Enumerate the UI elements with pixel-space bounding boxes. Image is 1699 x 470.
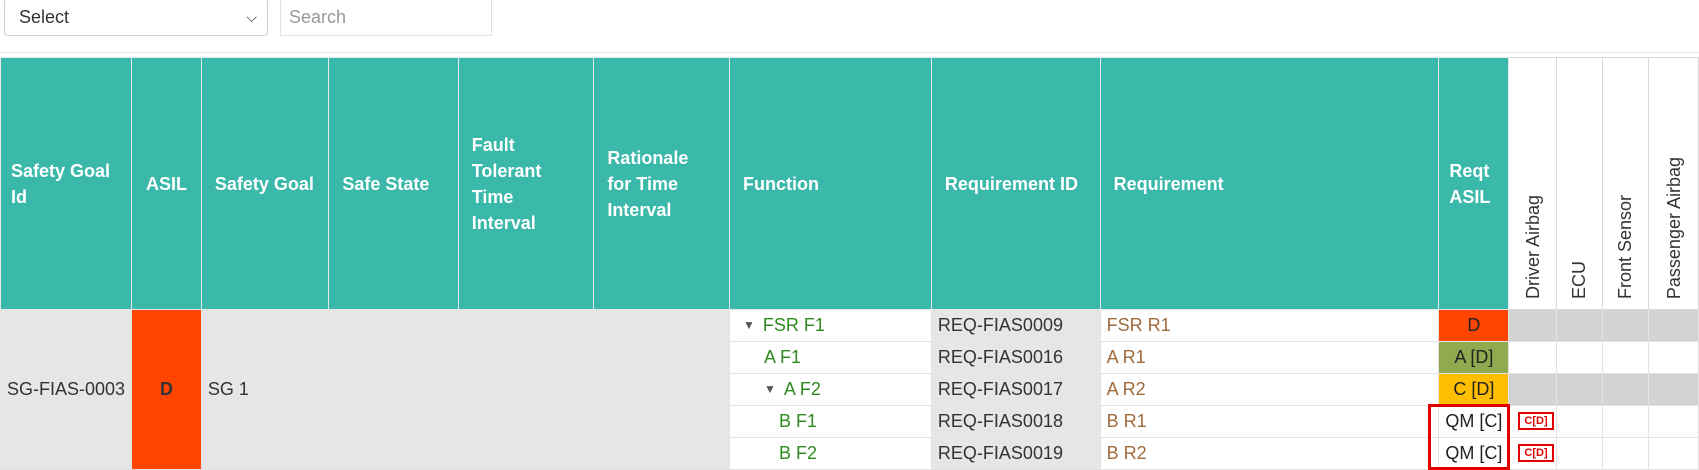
header-row: Safety Goal Id ASIL Safety Goal Safe Sta… [0,57,1699,310]
col-rationale[interactable]: Rationale for Time Interval [593,57,730,310]
filter-select-value: Select [19,7,70,27]
asil-tag[interactable]: C[D] [1518,412,1554,430]
function-label: A F2 [783,379,821,399]
reqt-asil-cell[interactable]: QM [C] [1438,437,1510,470]
allocation-cell[interactable] [1556,341,1603,374]
allocation-cell[interactable] [1648,341,1699,374]
function-label: B F1 [779,411,818,431]
ftti-cell[interactable] [457,309,595,470]
allocation-cell[interactable] [1601,341,1650,374]
col-function[interactable]: Function [729,57,932,310]
search-input[interactable] [280,0,492,36]
allocation-cell[interactable] [1648,373,1699,406]
requirement-id-cell[interactable]: REQ-FIAS0016 [930,341,1101,374]
col-passenger-airbag[interactable]: Passenger Airbag [1648,57,1699,310]
allocation-cell[interactable] [1556,309,1603,342]
col-requirement-id[interactable]: Requirement ID [930,57,1101,310]
filter-select[interactable]: Select ⌵ [4,0,268,36]
asil-cell[interactable]: D [131,309,202,470]
table-row: SG-FIAS-0003 D SG 1 ▼ FSR F1 REQ-FIAS0009… [0,309,1699,470]
col-ecu[interactable]: ECU [1556,57,1603,310]
allocation-cell[interactable] [1601,309,1650,342]
requirement-id-cell[interactable]: REQ-FIAS0018 [930,405,1101,438]
col-requirement[interactable]: Requirement [1099,57,1440,310]
allocation-cell[interactable] [1601,405,1650,438]
col-safe-state[interactable]: Safe State [328,57,459,310]
allocation-cell[interactable]: C[D] [1508,405,1558,438]
allocation-cell[interactable] [1508,373,1558,406]
allocation-cell[interactable] [1508,341,1558,374]
allocation-cell[interactable] [1648,309,1699,342]
function-label: FSR F1 [762,315,825,335]
requirement-cell[interactable]: B R1 [1099,405,1440,438]
function-cell[interactable]: B F2 [729,437,932,470]
safe-state-cell[interactable] [328,309,459,470]
chevron-down-icon: ⌵ [246,9,257,25]
reqt-asil-cell[interactable]: C [D] [1438,373,1510,406]
allocation-cell[interactable] [1648,405,1699,438]
allocation-cell[interactable] [1556,373,1603,406]
requirement-cell[interactable]: FSR R1 [1099,309,1440,342]
col-safety-goal-id[interactable]: Safety Goal Id [0,57,133,310]
function-label: A F1 [764,347,802,367]
col-safety-goal[interactable]: Safety Goal [200,57,330,310]
allocation-cell[interactable] [1508,309,1558,342]
safety-goal-cell[interactable]: SG 1 [200,309,330,470]
function-cell[interactable]: ▼ FSR F1 [729,309,932,342]
requirement-id-cell[interactable]: REQ-FIAS0019 [930,437,1101,470]
requirement-id-cell[interactable]: REQ-FIAS0017 [930,373,1101,406]
allocation-cell[interactable] [1601,373,1650,406]
requirement-cell[interactable]: A R2 [1099,373,1440,406]
safety-goal-id-cell[interactable]: SG-FIAS-0003 [0,309,133,470]
col-passenger-airbag-label: Passenger Airbag [1663,156,1684,299]
col-driver-airbag[interactable]: Driver Airbag [1508,57,1558,310]
toolbar: Select ⌵ [0,0,1699,53]
allocation-cell[interactable] [1648,437,1699,470]
asil-tag[interactable]: C[D] [1518,444,1554,462]
col-front-sensor[interactable]: Front Sensor [1601,57,1650,310]
col-ecu-label: ECU [1569,260,1590,299]
function-cell[interactable]: ▼ A F2 [729,373,932,406]
col-ftti[interactable]: Fault Tolerant Time Interval [457,57,595,310]
reqt-asil-cell[interactable]: A [D] [1438,341,1510,374]
col-reqt-asil[interactable]: Reqt ASIL [1438,57,1510,310]
function-cell[interactable]: B F1 [729,405,932,438]
allocation-cell[interactable]: C[D] [1508,437,1558,470]
col-driver-airbag-label: Driver Airbag [1522,194,1543,299]
allocation-cell[interactable] [1556,437,1603,470]
function-cell[interactable]: A F1 [729,341,932,374]
reqt-asil-cell[interactable]: D [1438,309,1510,342]
col-asil[interactable]: ASIL [131,57,202,310]
reqt-asil-cell[interactable]: QM [C] [1438,405,1510,438]
safety-goals-table: Safety Goal Id ASIL Safety Goal Safe Sta… [0,57,1699,470]
function-label: B F2 [779,443,818,463]
allocation-cell[interactable] [1556,405,1603,438]
collapse-triangle-icon[interactable]: ▼ [764,382,776,396]
requirement-cell[interactable]: A R1 [1099,341,1440,374]
col-front-sensor-label: Front Sensor [1615,194,1636,299]
rationale-cell[interactable] [593,309,730,470]
requirement-cell[interactable]: B R2 [1099,437,1440,470]
collapse-triangle-icon[interactable]: ▼ [743,318,755,332]
requirement-id-cell[interactable]: REQ-FIAS0009 [930,309,1101,342]
allocation-cell[interactable] [1601,437,1650,470]
